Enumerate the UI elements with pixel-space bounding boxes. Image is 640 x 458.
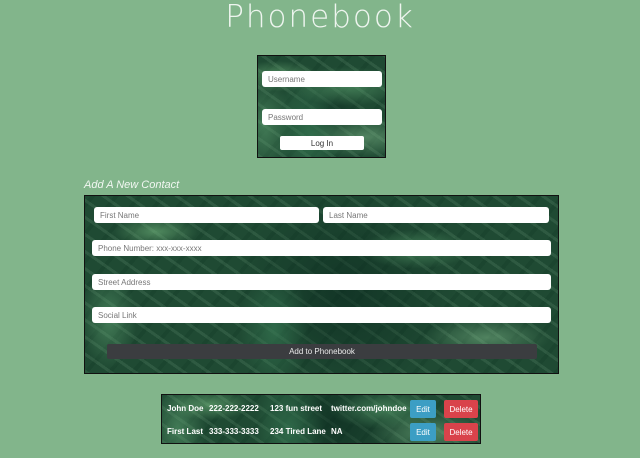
add-contact-heading: Add A New Contact	[84, 179, 180, 191]
username-input[interactable]	[262, 71, 382, 87]
login-button[interactable]: Log In	[280, 136, 364, 150]
contact-social: twitter.com/johndoe	[331, 404, 407, 413]
login-panel: Log In	[257, 55, 386, 158]
delete-button[interactable]: Delete	[444, 400, 478, 418]
page-title: Phonebook	[225, 0, 415, 35]
delete-button[interactable]: Delete	[444, 423, 478, 441]
contact-name: John Doe	[167, 404, 204, 413]
phone-input[interactable]	[92, 240, 551, 256]
edit-button[interactable]: Edit	[410, 423, 436, 441]
contact-address: 123 fun street	[270, 404, 323, 413]
contact-row: John Doe 222-222-2222 123 fun street twi…	[162, 398, 482, 420]
contact-name: First Last	[167, 427, 204, 436]
contact-social: NA	[331, 427, 343, 436]
add-contact-form: Add to Phonebook	[84, 195, 559, 374]
street-address-input[interactable]	[92, 274, 551, 290]
last-name-input[interactable]	[323, 207, 549, 223]
contact-row: First Last 333-333-3333 234 Tired Lane N…	[162, 421, 482, 443]
social-link-input[interactable]	[92, 307, 551, 323]
add-to-phonebook-button[interactable]: Add to Phonebook	[107, 344, 537, 359]
edit-button[interactable]: Edit	[410, 400, 436, 418]
contact-phone: 333-333-3333	[209, 427, 259, 436]
password-input[interactable]	[262, 109, 382, 125]
first-name-input[interactable]	[94, 207, 319, 223]
contact-phone: 222-222-2222	[209, 404, 259, 413]
contact-list: John Doe 222-222-2222 123 fun street twi…	[161, 394, 481, 444]
contact-address: 234 Tired Lane	[270, 427, 326, 436]
